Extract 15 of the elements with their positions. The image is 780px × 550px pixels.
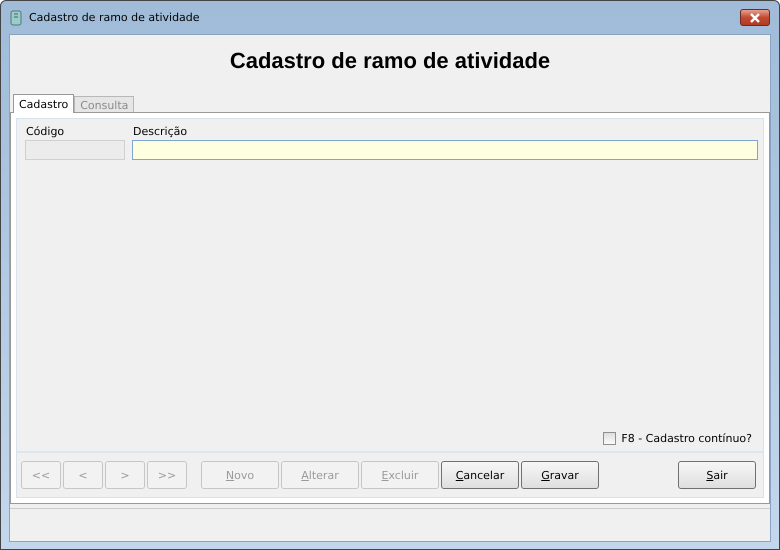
checkbox-label: F8 - Cadastro contínuo? xyxy=(621,432,752,445)
close-button[interactable] xyxy=(740,9,770,26)
form-heading: Cadastro de ramo de atividade xyxy=(228,48,552,74)
input-field[interactable] xyxy=(132,140,758,160)
app-icon xyxy=(9,10,23,26)
close-icon xyxy=(749,12,761,22)
action-button[interactable]: Sair xyxy=(678,461,756,489)
field-label: Descrição xyxy=(132,125,188,138)
tab[interactable]: Consulta xyxy=(74,96,134,112)
tab[interactable]: Cadastro xyxy=(13,94,74,113)
action-button[interactable]: Gravar xyxy=(521,461,599,489)
field-label: Código xyxy=(25,125,66,138)
checkbox[interactable] xyxy=(603,432,616,445)
action-button[interactable]: Cancelar xyxy=(441,461,519,489)
window-title: Cadastro de ramo de atividade xyxy=(29,11,201,24)
